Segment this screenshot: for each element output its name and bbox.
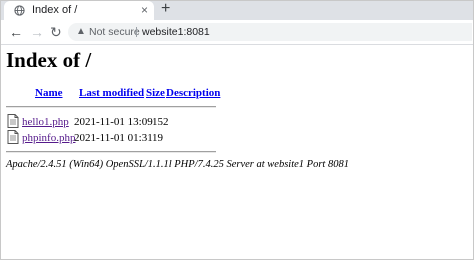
sort-by-modified-link[interactable]: Last modified <box>79 87 144 99</box>
omnibox-divider <box>136 27 137 37</box>
sort-by-name-link[interactable]: Name <box>35 87 63 99</box>
url-text[interactable]: website1:8081 <box>142 26 210 38</box>
tab-index[interactable]: Index of / × <box>4 1 154 20</box>
file-size: 19 <box>152 132 163 144</box>
address-bar[interactable]: ▲ Not secure website1:8081 <box>68 23 472 41</box>
tab-close-icon[interactable]: × <box>141 3 148 17</box>
reload-button[interactable]: ↻ <box>50 24 62 40</box>
file-icon <box>7 114 19 128</box>
table-row: hello1.php 2021-11-01 13:09 152 <box>0 114 474 130</box>
tab-title: Index of / <box>32 4 78 16</box>
forward-button[interactable]: → <box>30 24 44 40</box>
file-modified: 2021-11-01 13:09 <box>74 116 153 128</box>
new-tab-button[interactable]: + <box>161 0 170 18</box>
sort-by-description-link[interactable]: Description <box>166 87 220 99</box>
globe-icon <box>14 5 25 16</box>
file-icon <box>7 130 19 144</box>
file-size: 152 <box>152 116 169 128</box>
file-link-phpinfo[interactable]: phpinfo.php <box>22 132 75 144</box>
security-label[interactable]: Not secure <box>89 26 140 38</box>
tab-strip: Index of / × + <box>0 0 474 20</box>
info-triangle-icon[interactable]: ▲ <box>76 25 86 39</box>
file-modified: 2021-11-01 01:31 <box>74 132 153 144</box>
browser-toolbar: ← → ↻ ▲ Not secure website1:8081 <box>0 20 474 45</box>
back-button[interactable]: ← <box>9 24 23 40</box>
sort-by-size-link[interactable]: Size <box>146 87 165 99</box>
footer-divider <box>6 151 216 153</box>
file-link-hello1[interactable]: hello1.php <box>22 116 69 128</box>
page-title: Index of / <box>6 48 92 72</box>
header-divider <box>6 106 216 108</box>
server-signature: Apache/2.4.51 (Win64) OpenSSL/1.1.1l PHP… <box>6 159 349 170</box>
table-row: phpinfo.php 2021-11-01 01:31 19 <box>0 130 474 146</box>
